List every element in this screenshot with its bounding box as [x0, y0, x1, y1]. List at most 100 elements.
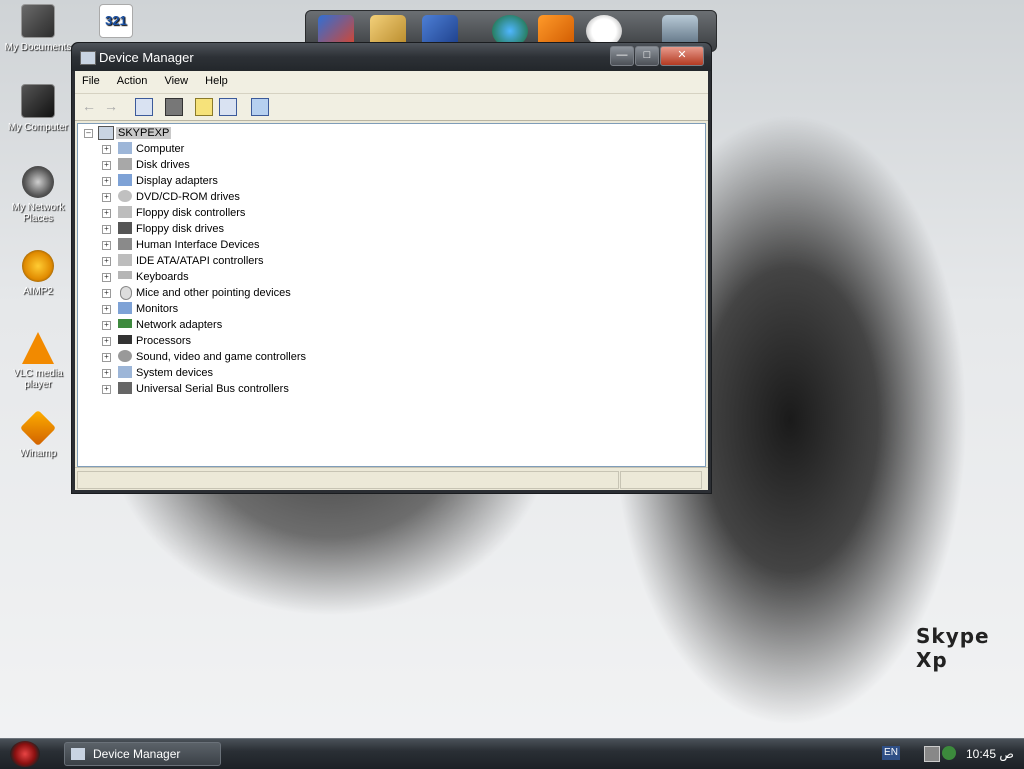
desktop-icon-label: My Computer	[7, 122, 68, 133]
expand-icon[interactable]: +	[102, 273, 111, 282]
tree-item-label: Mice and other pointing devices	[136, 287, 291, 299]
keyboard-icon	[118, 271, 132, 279]
expand-icon[interactable]: +	[102, 177, 111, 186]
winamp-icon	[19, 409, 57, 447]
device-manager-window: Device Manager — □ ✕ File Action View He…	[71, 42, 712, 494]
tree-item-label: Processors	[136, 335, 192, 347]
status-pane-secondary	[620, 471, 702, 489]
tree-item-label: DVD/CD-ROM drives	[136, 191, 240, 203]
minimize-button[interactable]: —	[610, 46, 634, 66]
window-client: File Action View Help ← → – SKYPEXP + Co…	[75, 71, 708, 490]
expand-icon[interactable]: +	[102, 241, 111, 250]
taskbar-button-device-manager[interactable]: Device Manager	[64, 742, 221, 766]
desktop-icon-media-player-classic[interactable]: 321	[78, 4, 154, 42]
taskbar: Device Manager EN 10:45 ص	[0, 738, 1024, 769]
tree-item-label: Sound, video and game controllers	[136, 351, 306, 363]
expand-icon[interactable]: +	[102, 257, 111, 266]
window-title: Device Manager	[99, 50, 194, 65]
expand-icon[interactable]: +	[102, 369, 111, 378]
expand-icon[interactable]: +	[102, 385, 111, 394]
status-bar	[75, 467, 708, 490]
status-pane-main	[77, 471, 619, 489]
expand-icon[interactable]: +	[102, 289, 111, 298]
display-adapter-icon	[118, 174, 132, 186]
wallpaper-text: Skype Xp	[916, 624, 990, 672]
expand-icon[interactable]: +	[102, 321, 111, 330]
desktop-icon-winamp[interactable]: Winamp	[0, 409, 76, 459]
desktop-icon-label: Winamp	[19, 448, 57, 459]
hid-icon	[118, 238, 132, 250]
start-button[interactable]	[10, 741, 40, 767]
menu-action[interactable]: Action	[110, 71, 155, 87]
desktop-icon-aimp[interactable]: AIMP2	[0, 250, 76, 297]
menu-bar: File Action View Help	[75, 71, 708, 94]
safely-remove-hardware-icon[interactable]	[942, 746, 956, 760]
media-player-classic-icon: 321	[99, 4, 133, 38]
monitor-icon	[118, 302, 132, 314]
tree-item-label: Floppy disk controllers	[136, 207, 246, 219]
network-adapter-icon	[118, 319, 132, 328]
tree-item-label: IDE ATA/ATAPI controllers	[136, 255, 264, 267]
computer-icon	[21, 84, 55, 118]
device-tree: – SKYPEXP + Computer + Disk drives + Dis…	[77, 123, 706, 467]
language-indicator[interactable]: EN	[882, 746, 900, 760]
toolbar: ← →	[75, 94, 708, 121]
network-tray-icon[interactable]	[924, 746, 940, 762]
desktop-icon-label: My Documents	[4, 42, 72, 53]
expand-icon[interactable]: +	[102, 353, 111, 362]
controller-icon	[118, 206, 132, 218]
expand-icon[interactable]: +	[102, 225, 111, 234]
tree-item-label: Network adapters	[136, 319, 223, 331]
properties-icon[interactable]	[135, 98, 153, 116]
clock[interactable]: 10:45 ص	[966, 747, 1014, 761]
controller-icon	[118, 254, 132, 266]
expand-icon[interactable]: +	[102, 161, 111, 170]
view-icon[interactable]	[219, 98, 237, 116]
expand-icon[interactable]: +	[102, 305, 111, 314]
desktop-icon-label: My Network Places	[11, 202, 65, 224]
computer-icon	[118, 142, 132, 154]
menu-file[interactable]: File	[75, 71, 107, 87]
tree-item-label: Keyboards	[136, 271, 189, 283]
maximize-button[interactable]: □	[635, 46, 659, 66]
expand-icon[interactable]: +	[102, 209, 111, 218]
device-manager-icon	[80, 51, 96, 65]
expand-icon[interactable]: +	[102, 193, 111, 202]
desktop-icon-my-documents[interactable]: My Documents	[0, 4, 76, 53]
disk-drive-icon	[118, 158, 132, 170]
collapse-icon[interactable]: –	[84, 129, 93, 138]
desktop-icon-network-places[interactable]: My Network Places	[0, 166, 76, 224]
tree-item-label: Universal Serial Bus controllers	[136, 383, 289, 395]
floppy-icon	[118, 222, 132, 234]
tree-item-label: Human Interface Devices	[136, 239, 260, 251]
desktop-icon-my-computer[interactable]: My Computer	[0, 84, 76, 133]
print-icon[interactable]	[165, 98, 183, 116]
tree-root-label: SKYPEXP	[116, 127, 172, 139]
close-button[interactable]: ✕	[660, 46, 704, 66]
computer-icon	[98, 126, 114, 140]
network-places-icon	[22, 166, 54, 198]
usb-icon	[118, 382, 132, 394]
back-icon[interactable]: ←	[81, 98, 97, 114]
processor-icon	[118, 335, 132, 344]
cdrom-icon	[118, 190, 132, 202]
aimp-icon	[22, 250, 54, 282]
menu-help[interactable]: Help	[198, 71, 235, 87]
help-icon[interactable]	[195, 98, 213, 116]
system-device-icon	[118, 366, 132, 378]
tree-item-label: Monitors	[136, 303, 179, 315]
tree-root[interactable]: SKYPEXP	[116, 125, 172, 141]
scan-hardware-icon[interactable]	[251, 98, 269, 116]
expand-icon[interactable]: +	[102, 337, 111, 346]
expand-icon[interactable]: +	[102, 145, 111, 154]
desktop-icon-label: VLC media player	[13, 368, 63, 390]
forward-icon[interactable]: →	[103, 98, 119, 114]
vlc-icon	[22, 332, 54, 364]
tree-item-label: Display adapters	[136, 175, 218, 187]
menu-view[interactable]: View	[157, 71, 195, 87]
title-bar[interactable]: Device Manager — □ ✕	[72, 43, 711, 71]
desktop-icon-vlc[interactable]: VLC media player	[0, 332, 76, 390]
speaker-icon	[118, 350, 132, 362]
tree-item-label: Floppy disk drives	[136, 223, 225, 235]
tree-item-label: System devices	[136, 367, 214, 379]
